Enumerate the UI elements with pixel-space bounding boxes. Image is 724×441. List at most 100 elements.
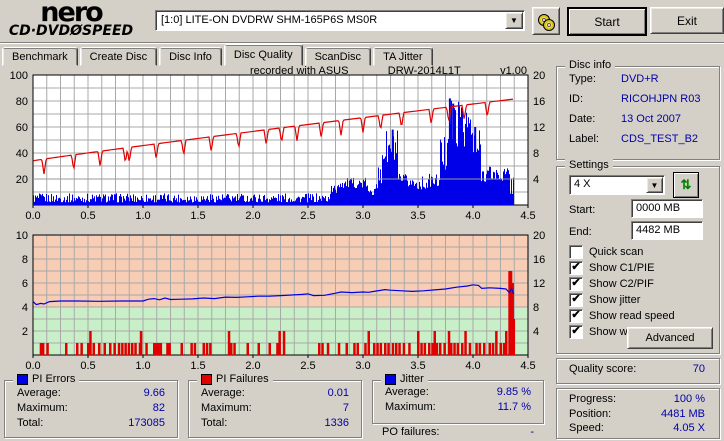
svg-text:8: 8 — [533, 302, 539, 314]
progress-value: 100 % — [673, 393, 705, 405]
disc-date-label: Date: — [569, 113, 596, 125]
svg-text:4.5: 4.5 — [520, 360, 535, 372]
nero-logo: nero CD·DVDØSPEED — [6, 0, 136, 38]
position-label: Position: — [569, 408, 612, 420]
show-c2-pif-checkbox[interactable]: ✔ Show C2/PIF — [569, 277, 654, 291]
stat-label: Maximum: — [385, 401, 436, 413]
po-failures-row: PO failures: - — [382, 426, 534, 438]
speed-value: 4.05 X — [673, 422, 705, 434]
pi-errors-stats-box: PI Errors Average: 9.66 Maximum: 82 Total:… — [4, 373, 178, 438]
svg-text:1.0: 1.0 — [135, 360, 150, 372]
quality-score-box: Quality score: 70 — [556, 358, 720, 384]
disc-id-label: ID: — [569, 93, 584, 105]
svg-text:12: 12 — [533, 122, 545, 134]
disc-info-title: Disc info — [565, 59, 616, 71]
start-position-input[interactable]: 0000 MB — [631, 199, 703, 218]
disc-id-value: RICOHJPN R03 — [621, 93, 701, 105]
svg-text:0.0: 0.0 — [25, 210, 40, 222]
pi-failures-legend-swatch — [201, 373, 212, 385]
svg-text:12: 12 — [533, 278, 545, 290]
svg-text:8: 8 — [533, 148, 539, 160]
svg-text:1.0: 1.0 — [135, 210, 150, 222]
svg-text:1.5: 1.5 — [190, 360, 205, 372]
svg-text:4.0: 4.0 — [465, 210, 480, 222]
toolbar: nero CD·DVDØSPEED [1:0] LITE-ON DVDRW SH… — [0, 0, 724, 42]
tab-strip: Benchmark Create Disc Disc Info Disc Qua… — [2, 44, 542, 66]
stat-label: Average: — [201, 387, 245, 399]
stat-value: 173085 — [128, 417, 165, 429]
checkbox-box[interactable]: ✔ — [569, 293, 583, 307]
checkbox-box[interactable]: ✔ — [569, 277, 583, 291]
end-position-label: End: — [569, 226, 592, 238]
svg-text:16: 16 — [533, 254, 545, 266]
drive-selector[interactable]: [1:0] LITE-ON DVDRW SHM-165P6S MS0R ▼ — [155, 10, 525, 31]
pi-errors-stats-title: PI Errors — [13, 373, 80, 385]
quick-scan-checkbox[interactable]: Quick scan — [569, 245, 643, 259]
svg-text:20: 20 — [533, 230, 545, 242]
disc-info-group: Disc info Type: DVD+R ID: RICOHJPN R03 D… — [556, 59, 720, 160]
svg-text:100: 100 — [10, 70, 28, 82]
quality-score-value: 70 — [692, 363, 705, 375]
drive-selector-dropdown-button[interactable]: ▼ — [505, 12, 523, 29]
show-jitter-checkbox[interactable]: ✔ Show jitter — [569, 293, 640, 307]
checkbox-box[interactable]: ✔ — [569, 325, 583, 339]
po-failures-value: - — [530, 426, 534, 438]
svg-text:20: 20 — [533, 70, 545, 82]
speed-select[interactable]: 4 X ▼ — [569, 175, 665, 195]
start-button[interactable]: Start — [567, 7, 647, 36]
position-value: 4481 MB — [660, 408, 705, 420]
jitter-stats-box: Jitter Average: 9.85 % Maximum: 11.7 % — [372, 373, 544, 424]
show-read-speed-checkbox[interactable]: ✔ Show read speed — [569, 309, 675, 323]
svg-text:4: 4 — [533, 326, 539, 338]
svg-text:3.5: 3.5 — [410, 360, 425, 372]
svg-text:3.5: 3.5 — [410, 210, 425, 222]
svg-text:4: 4 — [22, 302, 28, 314]
disc-type-label: Type: — [569, 73, 596, 85]
checkbox-box[interactable]: ✔ — [569, 309, 583, 323]
svg-text:2.5: 2.5 — [300, 360, 315, 372]
checkbox-box[interactable]: ✔ — [569, 261, 583, 275]
svg-text:2.0: 2.0 — [245, 210, 260, 222]
pi-errors-legend-swatch — [17, 373, 28, 385]
pi-failures-stats-title: PI Failures — [197, 373, 273, 385]
svg-text:3.0: 3.0 — [355, 210, 370, 222]
svg-text:8: 8 — [22, 254, 28, 266]
disc-type-value: DVD+R — [621, 73, 659, 85]
tab-disc-quality[interactable]: Disc Quality — [223, 44, 303, 66]
show-c1-pie-checkbox[interactable]: ✔ Show C1/PIE — [569, 261, 654, 275]
end-position-input[interactable]: 4482 MB — [631, 221, 703, 240]
stat-value: 1336 — [324, 417, 349, 429]
pi-failures-stats-box: PI Failures Average: 0.01 Maximum: 7 Total… — [188, 373, 362, 438]
drive-selector-value: [1:0] LITE-ON DVDRW SHM-165P6S MS0R — [161, 14, 378, 26]
advanced-button[interactable]: Advanced — [627, 327, 713, 349]
svg-text:80: 80 — [16, 96, 28, 108]
stat-label: Total: — [17, 417, 44, 429]
eject-disc-button[interactable] — [532, 7, 560, 35]
stat-label: Average: — [385, 386, 429, 398]
disc-date-value: 13 Oct 2007 — [621, 113, 681, 125]
stat-label: Total: — [201, 417, 228, 429]
svg-text:60: 60 — [16, 122, 28, 134]
svg-text:4.5: 4.5 — [520, 210, 535, 222]
svg-text:3.0: 3.0 — [355, 360, 370, 372]
svg-text:0.0: 0.0 — [25, 360, 40, 372]
quality-score-label: Quality score: — [569, 363, 637, 375]
svg-text:6: 6 — [22, 278, 28, 290]
disc-label-value: CDS_TEST_B2 — [621, 133, 699, 145]
stat-label: Maximum: — [17, 402, 68, 414]
checkbox-box[interactable] — [569, 245, 583, 259]
svg-text:40: 40 — [16, 148, 28, 160]
stat-value: 0.01 — [327, 387, 349, 399]
svg-text:2: 2 — [22, 326, 28, 338]
stat-value: 11.7 % — [497, 401, 531, 413]
exit-button[interactable]: Exit — [650, 7, 724, 34]
speed-select-dropdown-button[interactable]: ▼ — [646, 177, 663, 193]
svg-text:16: 16 — [533, 96, 545, 108]
pi-errors-chart: 100 80 60 40 20 20 16 12 8 4 0.0 0.5 1.0 1.5 2.0 2.5 3.0… — [10, 70, 546, 222]
po-failures-label: PO failures: — [382, 426, 440, 438]
settings-title: Settings — [565, 159, 613, 171]
svg-text:2.5: 2.5 — [300, 210, 315, 222]
refresh-button[interactable]: ⇅ — [673, 172, 699, 198]
disc-label-label: Label: — [569, 133, 599, 145]
speed-label: Speed: — [569, 422, 604, 434]
